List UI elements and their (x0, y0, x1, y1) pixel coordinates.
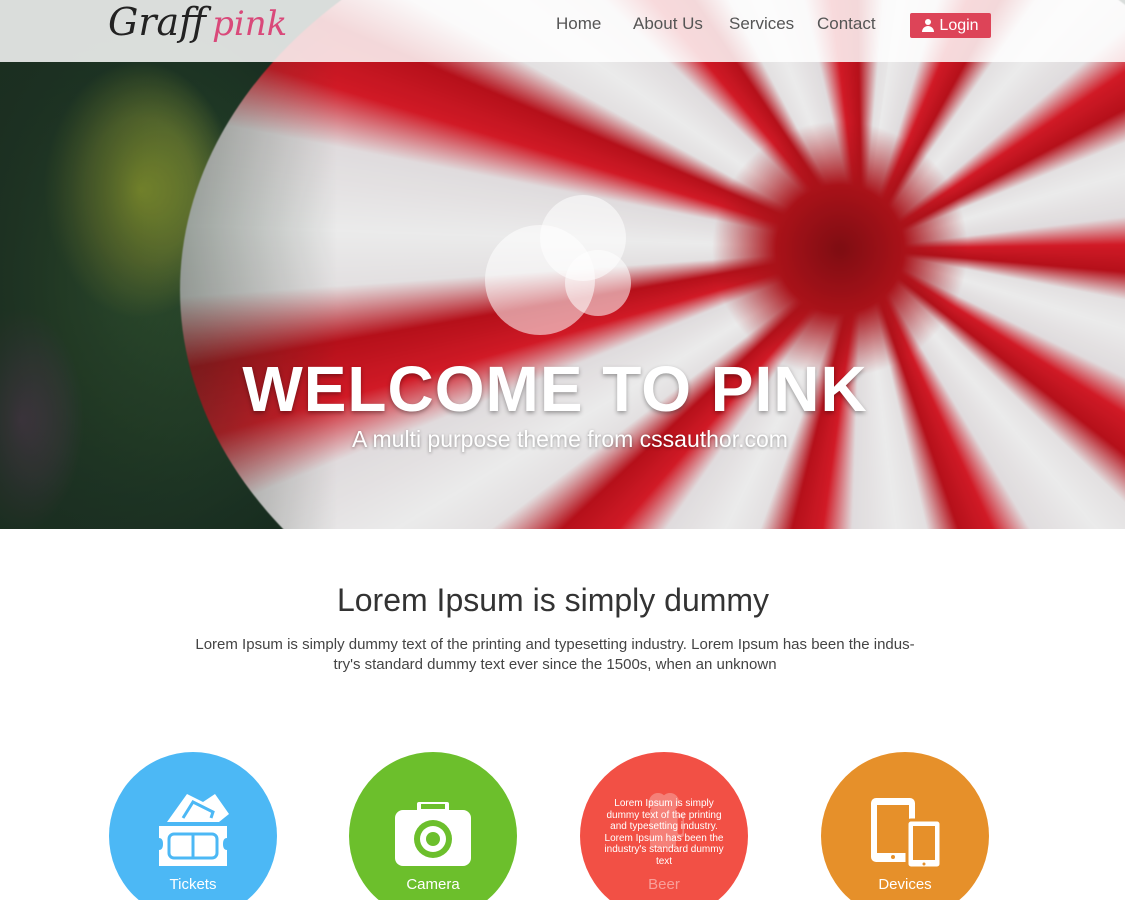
logo-secondary: pink (212, 4, 288, 44)
camera-icon (395, 802, 471, 866)
site-logo[interactable]: Graff pink (108, 0, 287, 48)
intro-text: Lorem Ipsum is simply dummy text of the … (160, 635, 950, 675)
hero-title: WELCOME TO PINK (242, 353, 868, 425)
login-label: Login (939, 16, 979, 34)
intro-text-line-1: Lorem Ipsum is simply dummy text of the … (195, 636, 915, 653)
nav-services[interactable]: Services (729, 14, 794, 34)
ticket-icon (159, 794, 229, 866)
feature-beer[interactable]: Lorem Ipsum is simply dummy text of the … (580, 752, 748, 900)
feature-label: Devices (878, 876, 932, 893)
feature-label: Beer (648, 876, 680, 893)
hero-logo-circles (485, 195, 635, 335)
feature-camera[interactable]: Camera (349, 752, 517, 900)
nav-contact[interactable]: Contact (817, 14, 876, 34)
feature-devices[interactable]: Devices (821, 752, 989, 900)
devices-icon (871, 798, 943, 870)
hero-banner: WELCOME TO PINK A multi purpose theme fr… (0, 0, 1125, 529)
hero-subtitle: A multi purpose theme from cssauthor.com (352, 426, 788, 452)
logo-primary: Graff (108, 0, 207, 44)
feature-label: Tickets (169, 876, 217, 893)
login-button[interactable]: Login (910, 13, 991, 38)
nav-about-us[interactable]: About Us (633, 14, 703, 34)
intro-title: Lorem Ipsum is simply dummy (336, 582, 770, 618)
feature-tickets[interactable]: Tickets (109, 752, 277, 900)
intro-text-line-2: try's standard dummy text ever since the… (333, 656, 777, 673)
top-navbar: Graff pink Home About Us Services Contact… (0, 0, 1125, 62)
feature-hover-text: Lorem Ipsum is simply dummy text of the … (604, 798, 724, 867)
user-icon (922, 19, 935, 32)
nav-home[interactable]: Home (556, 14, 601, 34)
feature-label: Camera (406, 876, 460, 893)
